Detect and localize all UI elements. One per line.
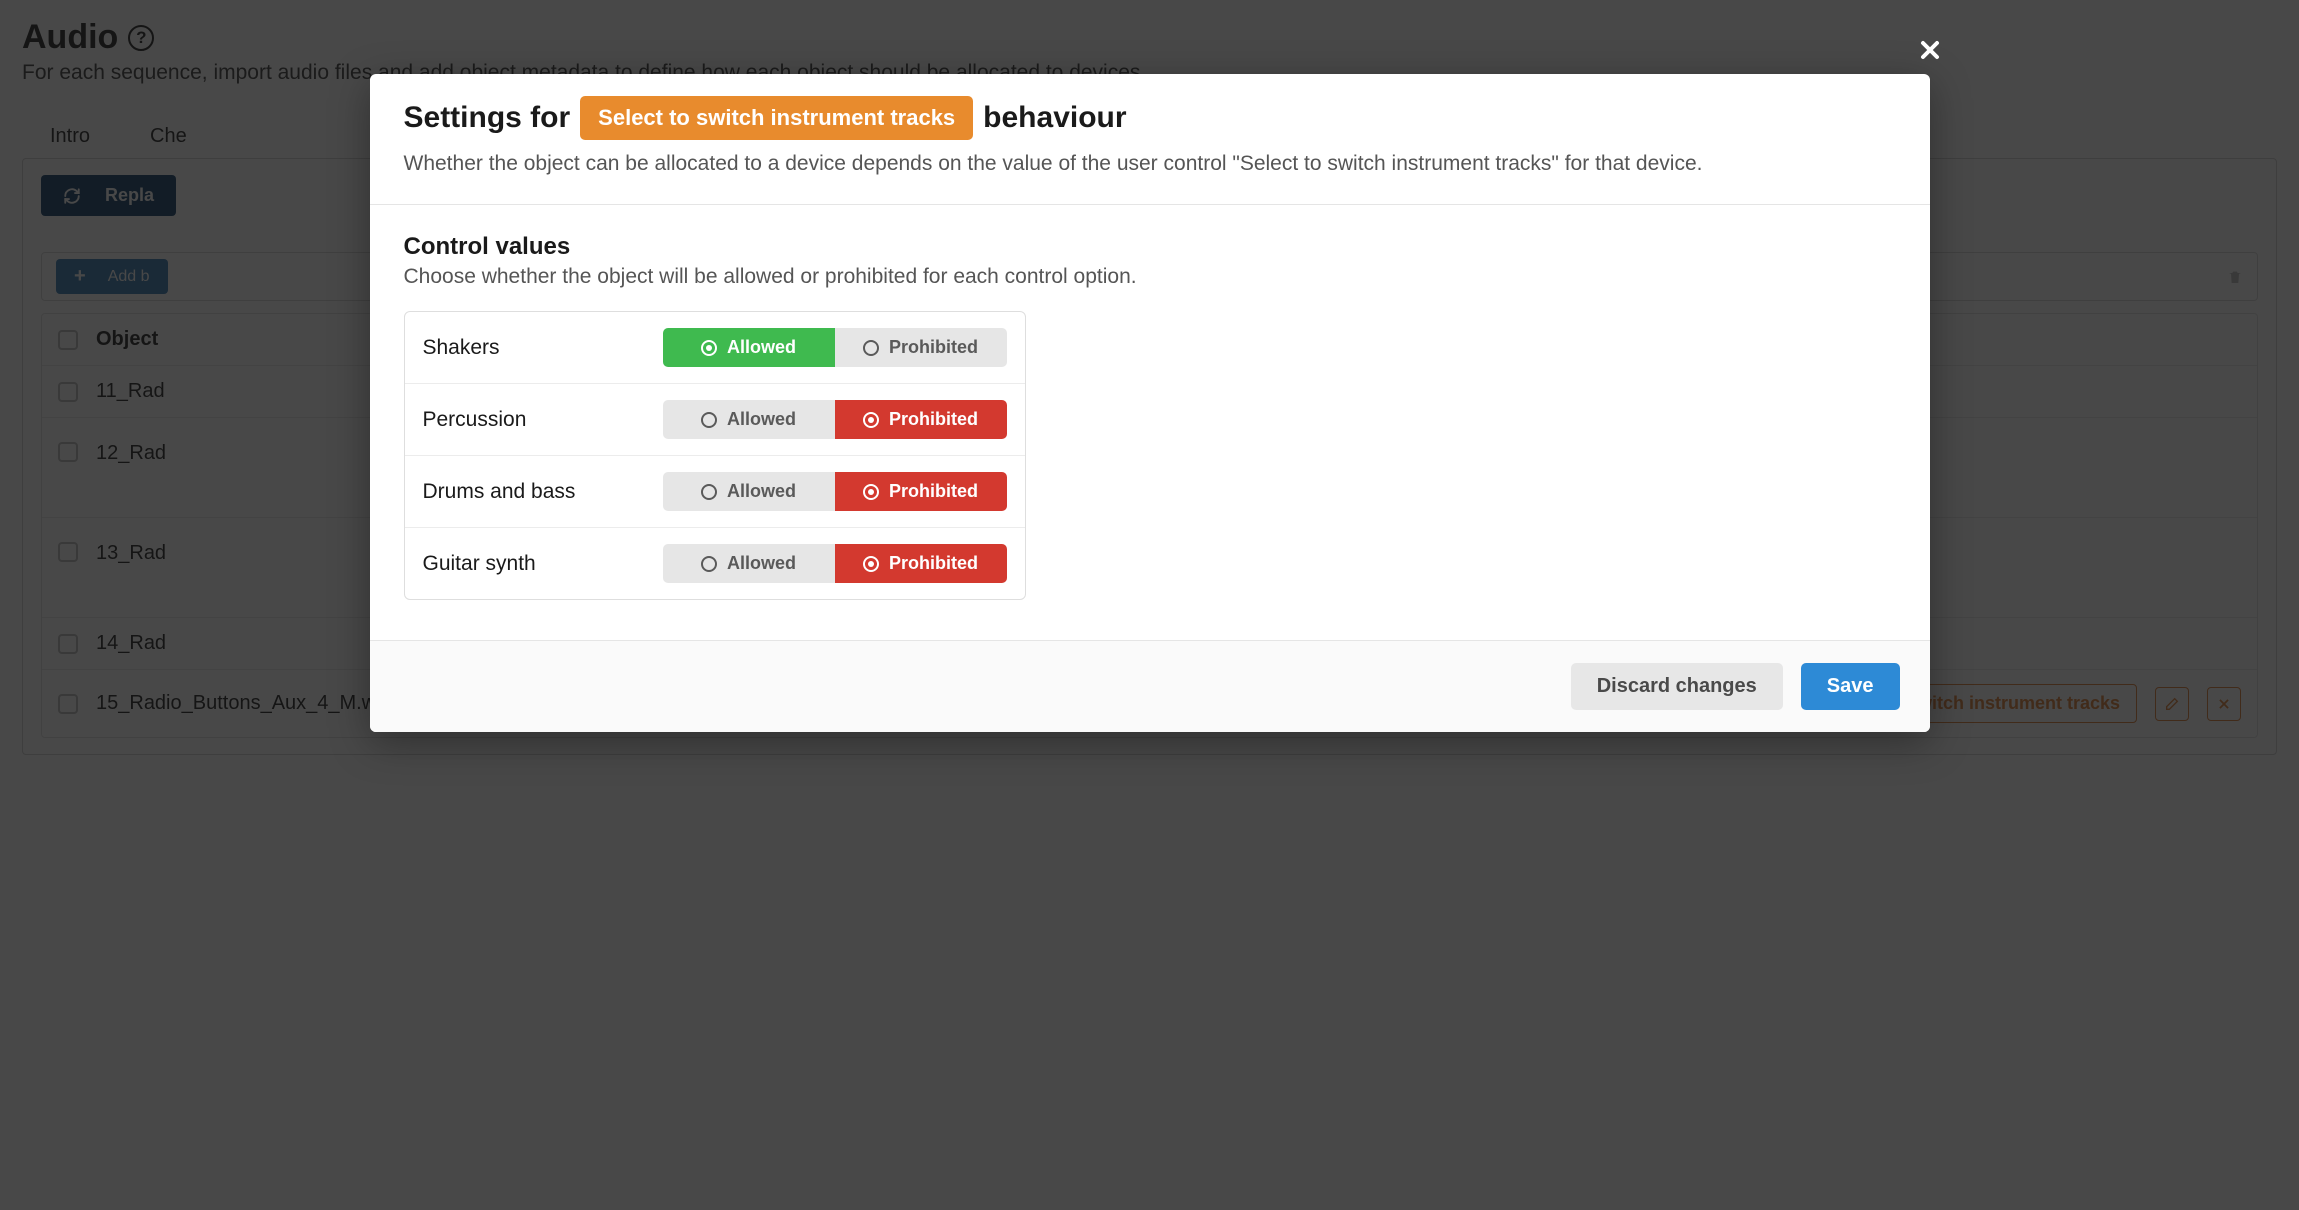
radio-icon [863, 556, 879, 572]
radio-icon [863, 340, 879, 356]
control-row-drums-bass: Drums and bass Allowed Prohibited [405, 456, 1025, 528]
section-subtitle: Choose whether the object will be allowe… [404, 265, 1896, 289]
allowed-toggle[interactable]: Allowed [663, 328, 835, 367]
toggle-group: Allowed Prohibited [663, 328, 1007, 367]
toggle-group: Allowed Prohibited [663, 472, 1007, 511]
modal-title: Settings for Select to switch instrument… [404, 96, 1896, 140]
discard-button[interactable]: Discard changes [1571, 663, 1783, 710]
control-row-guitar-synth: Guitar synth Allowed Prohibited [405, 528, 1025, 599]
modal-body: Control values Choose whether the object… [370, 205, 1930, 640]
modal-title-suffix: behaviour [983, 101, 1126, 135]
control-row-shakers: Shakers Allowed Prohibited [405, 312, 1025, 384]
behaviour-settings-modal: Settings for Select to switch instrument… [370, 74, 1930, 732]
radio-icon [701, 556, 717, 572]
radio-icon [701, 340, 717, 356]
radio-icon [701, 412, 717, 428]
control-row-percussion: Percussion Allowed Prohibited [405, 384, 1025, 456]
modal-footer: Discard changes Save [370, 640, 1930, 732]
control-label: Drums and bass [423, 480, 576, 504]
prohibited-toggle[interactable]: Prohibited [835, 328, 1007, 367]
modal-subtitle: Whether the object can be allocated to a… [404, 150, 1864, 178]
radio-icon [863, 484, 879, 500]
prohibited-toggle[interactable]: Prohibited [835, 400, 1007, 439]
control-label: Shakers [423, 336, 500, 360]
close-icon [1918, 38, 1942, 62]
radio-icon [701, 484, 717, 500]
control-values-table: Shakers Allowed Prohibited Percussion [404, 311, 1026, 600]
modal-title-prefix: Settings for [404, 101, 571, 135]
save-button[interactable]: Save [1801, 663, 1900, 710]
toggle-group: Allowed Prohibited [663, 400, 1007, 439]
allowed-toggle[interactable]: Allowed [663, 544, 835, 583]
prohibited-toggle[interactable]: Prohibited [835, 472, 1007, 511]
radio-icon [863, 412, 879, 428]
prohibited-toggle[interactable]: Prohibited [835, 544, 1007, 583]
toggle-group: Allowed Prohibited [663, 544, 1007, 583]
allowed-toggle[interactable]: Allowed [663, 472, 835, 511]
control-label: Percussion [423, 408, 527, 432]
modal-close-button[interactable] [1910, 30, 1950, 70]
modal-header: Settings for Select to switch instrument… [370, 74, 1930, 205]
control-chip: Select to switch instrument tracks [580, 96, 973, 140]
section-title: Control values [404, 233, 1896, 261]
allowed-toggle[interactable]: Allowed [663, 400, 835, 439]
control-label: Guitar synth [423, 552, 536, 576]
